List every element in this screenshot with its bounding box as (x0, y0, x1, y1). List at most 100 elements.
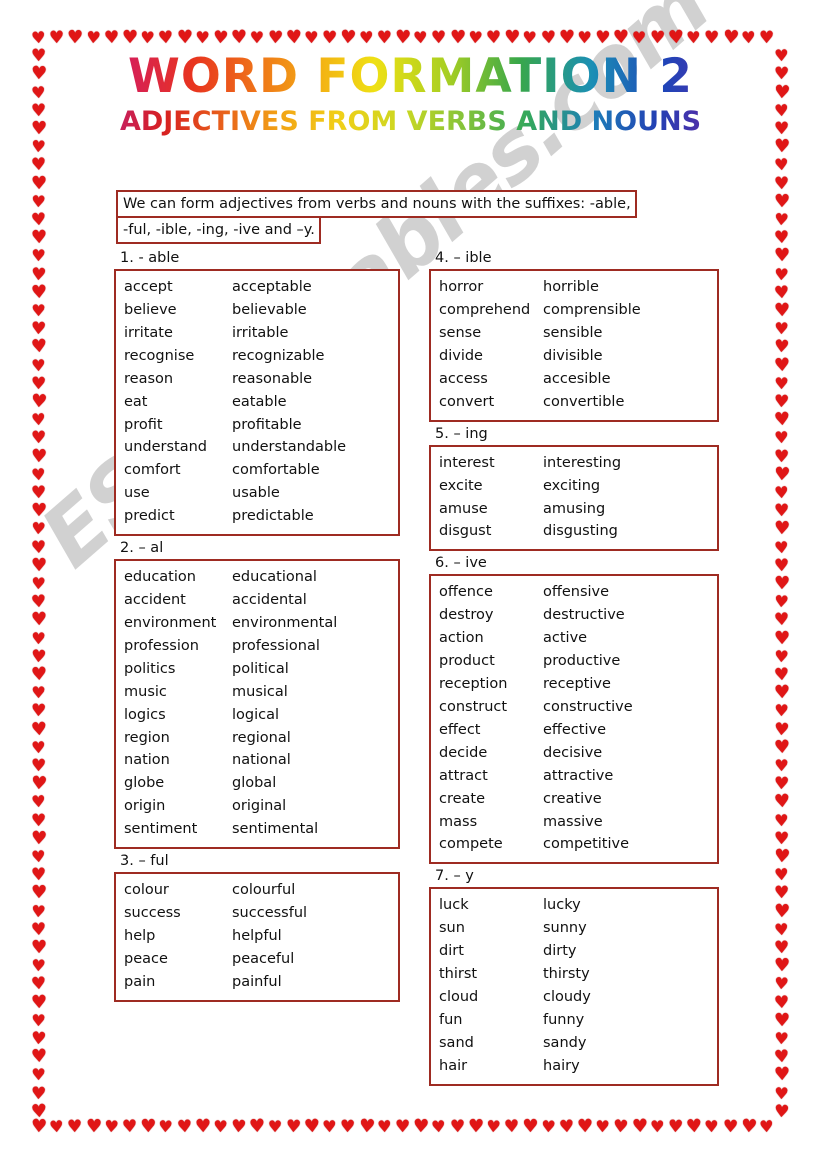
word-pair-row: convert convertible (439, 391, 711, 414)
base-word: amuse (439, 500, 488, 517)
derived-adjective: predictable (232, 508, 314, 525)
heart-icon: ♥ (31, 554, 48, 576)
heart-icon: ♥ (322, 1116, 338, 1137)
word-pair-row: divide divisible (439, 345, 711, 368)
heart-icon: ♥ (140, 27, 156, 48)
word-pair-row: environment environmental (124, 612, 392, 635)
section-label: 2. – al (120, 540, 164, 557)
heart-icon: ♥ (576, 1115, 594, 1138)
base-word: access (439, 370, 488, 387)
heart-icon: ♥ (774, 428, 789, 448)
heart-icon: ♥ (773, 173, 790, 194)
word-pair-row: horror horrible (439, 276, 711, 299)
base-word: hair (439, 1057, 468, 1074)
derived-adjective: comfortable (232, 462, 320, 479)
base-word: decide (439, 744, 488, 761)
heart-icon: ♥ (67, 26, 84, 49)
heart-icon: ♥ (558, 1116, 575, 1138)
heart-icon: ♥ (30, 136, 47, 157)
heart-icon: ♥ (31, 1010, 46, 1030)
heart-icon: ♥ (773, 900, 791, 922)
word-pair-row: construct constructive (439, 696, 711, 719)
heart-icon: ♥ (267, 1117, 283, 1136)
heart-icon: ♥ (103, 1116, 120, 1137)
base-word: use (124, 485, 150, 502)
word-pair-row: amuse amusing (439, 498, 711, 521)
heart-icon: ♥ (31, 1065, 46, 1085)
heart-icon: ♥ (30, 772, 48, 795)
base-word: pain (124, 973, 156, 990)
word-pair-row: interest interesting (439, 452, 711, 475)
derived-adjective: irritable (232, 324, 289, 341)
heart-icon: ♥ (773, 299, 791, 322)
heart-icon: ♥ (194, 1115, 212, 1138)
word-pair-row: irritate irritable (124, 322, 392, 345)
base-word: excite (439, 477, 483, 494)
word-pair-row: origin original (124, 795, 392, 818)
heart-icon: ♥ (30, 792, 47, 812)
heart-icon: ♥ (176, 26, 193, 49)
heart-icon: ♥ (522, 1116, 539, 1137)
heart-icon: ♥ (30, 537, 47, 558)
derived-adjective: reasonable (232, 370, 313, 387)
heart-icon: ♥ (31, 683, 46, 703)
heart-icon: ♥ (773, 773, 790, 795)
heart-icon: ♥ (213, 1116, 228, 1137)
heart-icon: ♥ (30, 865, 47, 886)
word-list-box: education educational accident accidental en… (114, 559, 400, 850)
base-word: origin (124, 798, 166, 815)
heart-icon: ♥ (773, 282, 790, 304)
word-pair-row: accident accidental (124, 589, 392, 612)
derived-adjective: accesible (543, 370, 611, 387)
derived-adjective: competitive (543, 836, 630, 853)
heart-icon: ♥ (357, 1115, 376, 1138)
heart-icon: ♥ (30, 281, 48, 304)
heart-icon: ♥ (485, 1116, 502, 1137)
derived-adjective: funny (543, 1011, 585, 1028)
heart-icon: ♥ (449, 1116, 466, 1138)
base-word: believe (124, 302, 177, 319)
heart-icon: ♥ (30, 409, 47, 430)
derived-adjective: sunny (543, 920, 587, 937)
derived-adjective: divisible (543, 347, 603, 364)
derived-adjective: destructive (543, 607, 625, 624)
word-pair-row: colour colourful (124, 879, 392, 902)
word-pair-row: hair hairy (439, 1055, 711, 1078)
word-pair-row: accept acceptable (124, 276, 392, 299)
word-pair-row: access accesible (439, 368, 711, 391)
base-word: thirst (439, 966, 478, 983)
base-word: sand (439, 1034, 474, 1051)
heart-icon: ♥ (773, 555, 790, 576)
heart-icon: ♥ (230, 26, 248, 49)
heart-icon: ♥ (31, 172, 48, 194)
heart-icon: ♥ (30, 63, 48, 85)
derived-adjective: attractive (543, 767, 614, 784)
derived-adjective: comprensible (543, 302, 641, 319)
base-word: accident (124, 592, 186, 609)
derived-adjective: offensive (543, 584, 610, 601)
derived-adjective: colourful (232, 882, 296, 899)
word-list-box: accept acceptable believe believable irritat… (114, 269, 400, 537)
derived-adjective: massive (543, 813, 603, 830)
heart-icon: ♥ (774, 245, 791, 267)
heart-icon: ♥ (774, 810, 789, 830)
heart-icon: ♥ (631, 28, 647, 47)
heart-icon: ♥ (773, 992, 790, 1013)
heart-icon: ♥ (774, 627, 791, 649)
derived-adjective: professional (232, 637, 320, 654)
word-pair-row: nation national (124, 749, 392, 772)
heart-icon: ♥ (395, 1117, 411, 1137)
heart-icon: ♥ (30, 155, 47, 176)
heart-icon: ♥ (31, 301, 46, 320)
base-word: music (124, 683, 167, 700)
heart-icon: ♥ (504, 27, 521, 48)
heart-icon: ♥ (773, 790, 791, 813)
title-area: WORD FORMATION 2 ADJECTIVES FROM VERBS A… (48, 52, 773, 138)
heart-icon: ♥ (686, 27, 702, 48)
word-pair-row: sand sandy (439, 1032, 711, 1055)
derived-adjective: peaceful (232, 950, 295, 967)
heart-icon: ♥ (30, 1045, 48, 1068)
heart-icon: ♥ (773, 135, 791, 158)
heart-icon: ♥ (485, 27, 502, 49)
word-pair-row: dirt dirty (439, 940, 711, 963)
